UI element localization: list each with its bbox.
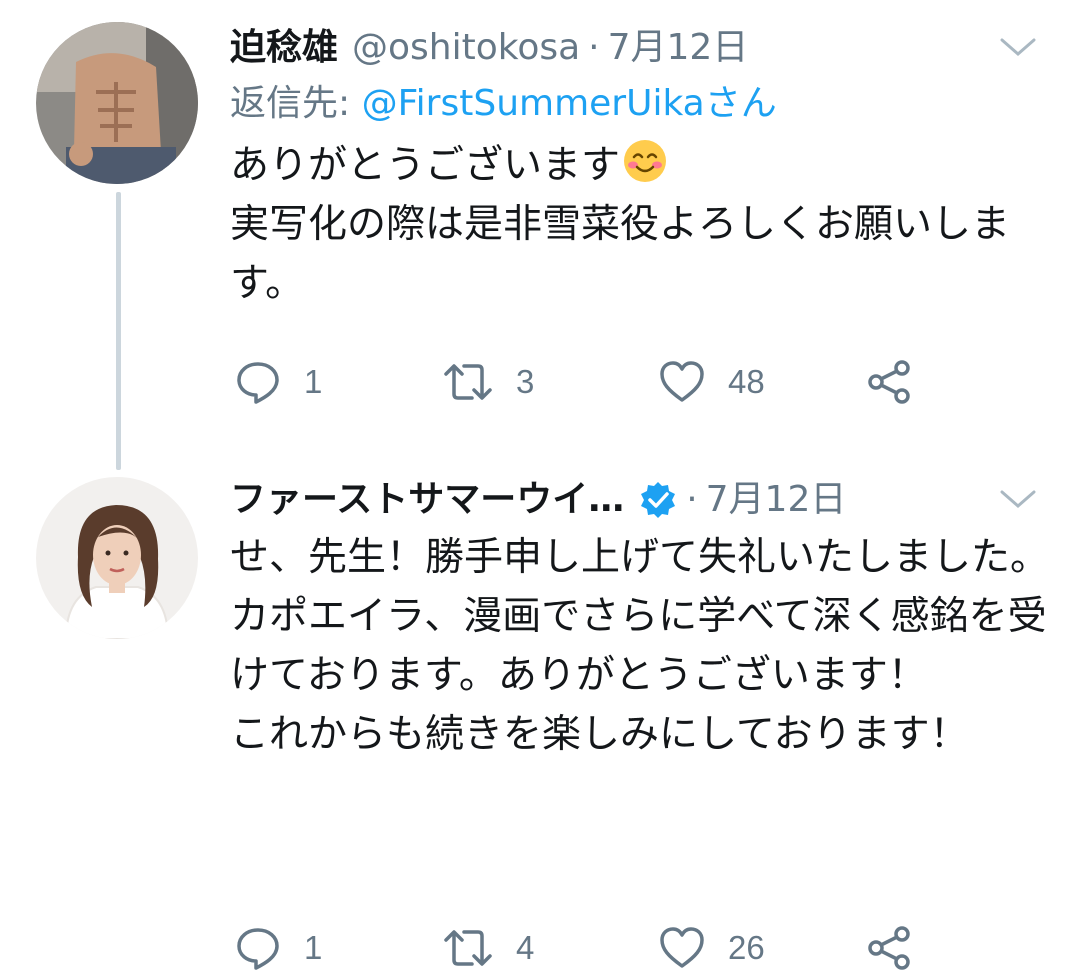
retweet-icon (444, 930, 492, 966)
tweet-oshitokosa[interactable]: 迫稔雄 @oshitokosa · 7月12日 返信先: @FirstSumme… (230, 20, 1080, 404)
like-button[interactable]: 26 (658, 920, 765, 973)
tweet-text: ありがとうございます 実写化の際は是非雪菜役よろしくお願いします。 (230, 136, 1050, 313)
tweet-date[interactable]: 7月12日 (706, 472, 847, 528)
heart-icon (660, 927, 704, 968)
share-icon (868, 926, 910, 970)
avatar-firstsummeruika[interactable] (36, 477, 198, 639)
tweet-date[interactable]: 7月12日 (608, 20, 749, 76)
tweet-firstsummeruika[interactable]: ファーストサマーウイ… · 7月12日 せ、先生！勝手申し上げて失礼いたしました… (230, 472, 1080, 970)
reply-icon (237, 928, 279, 970)
tweet-actions: 1 4 26 (230, 920, 990, 973)
share-button[interactable] (866, 354, 914, 410)
like-count: 26 (728, 929, 765, 966)
retweet-button[interactable]: 4 (442, 920, 534, 973)
tweet-header: ファーストサマーウイ… · 7月12日 (230, 472, 1080, 528)
reply-to-label: 返信先: (230, 83, 362, 124)
reply-to-line: 返信先: @FirstSummerUikaさん (230, 76, 1080, 136)
tweet-text: せ、先生！勝手申し上げて失礼いたしました。カポエイラ、漫画でさらに学べて深く感銘… (230, 535, 1050, 757)
share-icon (868, 360, 910, 404)
reply-icon (237, 362, 279, 404)
chevron-down-icon[interactable] (998, 484, 1038, 514)
heart-icon (660, 361, 704, 402)
tweet-header: 迫稔雄 @oshitokosa · 7月12日 (230, 20, 1080, 76)
display-name[interactable]: 迫稔雄 (230, 20, 338, 76)
like-count: 48 (728, 363, 765, 400)
avatar-oshitokosa[interactable] (36, 22, 198, 184)
verified-badge-icon (641, 482, 676, 518)
reply-count: 1 (304, 929, 323, 966)
tweet-actions: 1 3 48 (230, 354, 990, 410)
reply-button[interactable]: 1 (234, 354, 322, 410)
smiling-face-with-smiling-eyes-icon (624, 140, 667, 182)
reply-button[interactable]: 1 (234, 920, 322, 973)
retweet-button[interactable]: 3 (442, 354, 534, 410)
retweet-count: 3 (516, 363, 535, 400)
retweet-icon (444, 364, 492, 400)
reply-mention-link[interactable]: @FirstSummerUikaさん (362, 83, 777, 124)
separator-dot: · (588, 27, 600, 68)
user-handle[interactable]: @oshitokosa (352, 20, 580, 76)
retweet-count: 4 (516, 929, 535, 966)
separator-dot: · (686, 479, 698, 520)
display-name[interactable]: ファーストサマーウイ… (230, 472, 624, 528)
tweet-text-line1: ありがとうございます (230, 143, 621, 188)
like-button[interactable]: 48 (658, 354, 765, 410)
thread-connector-line (116, 192, 121, 470)
tweet-text-rest: 実写化の際は是非雪菜役よろしくお願いします。 (230, 202, 1011, 306)
chevron-down-icon[interactable] (998, 32, 1038, 62)
share-button[interactable] (866, 920, 914, 973)
conversation-thread: 迫稔雄 @oshitokosa · 7月12日 返信先: @FirstSumme… (0, 0, 1080, 973)
reply-count: 1 (304, 363, 323, 400)
